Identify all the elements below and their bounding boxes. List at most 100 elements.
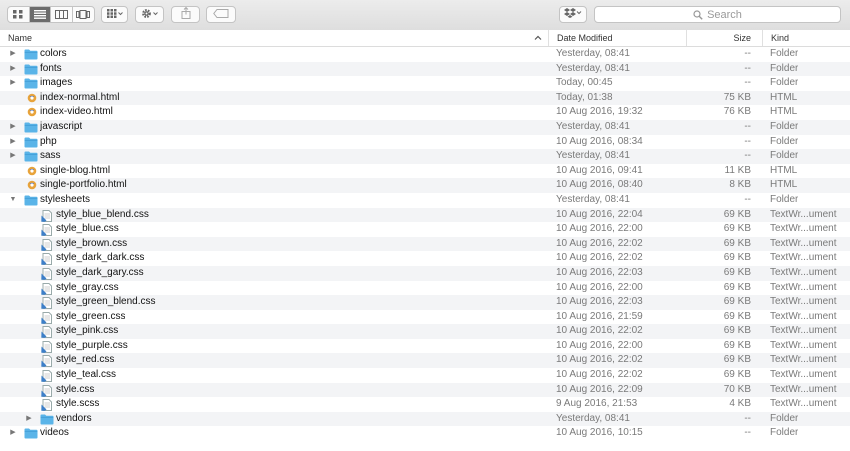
date-modified: 10 Aug 2016, 22:03 — [556, 266, 643, 278]
file-row[interactable]: style_blue.css 10 Aug 2016, 22:00 69 KB Tex… — [0, 222, 850, 237]
file-row[interactable]: style_red.css 10 Aug 2016, 22:02 69 KB Text… — [0, 353, 850, 369]
list-view-icon[interactable] — [29, 7, 51, 22]
file-size: 69 KB — [723, 296, 751, 308]
file-name: php — [40, 135, 57, 147]
column-view-icon[interactable] — [51, 7, 73, 22]
disclosure-closed-icon[interactable]: ▶ — [8, 135, 18, 150]
date-modified: 9 Aug 2016, 21:53 — [556, 398, 638, 410]
file-name: images — [40, 77, 73, 89]
file-size: -- — [744, 62, 751, 74]
file-row[interactable]: style_dark_gary.css 10 Aug 2016, 22:03 69 … — [0, 265, 850, 281]
file-row[interactable]: ▶ php 10 Aug 2016, 08:34 -- Folder — [0, 135, 850, 150]
date-modified: 10 Aug 2016, 19:32 — [556, 106, 643, 118]
search-field[interactable]: Search — [594, 6, 841, 23]
column-header-kind-label: Kind — [771, 33, 790, 43]
file-name: style_purple.css — [56, 339, 128, 351]
disclosure-closed-icon[interactable]: ▶ — [8, 120, 18, 135]
file-kind: TextWr...ument — [770, 223, 837, 235]
file-row[interactable]: style_pink.css 10 Aug 2016, 22:02 69 KB Tex… — [0, 324, 850, 339]
column-header-size[interactable]: Size — [686, 30, 762, 46]
file-row[interactable]: style_purple.css 10 Aug 2016, 22:00 69 KB T… — [0, 339, 850, 354]
file-size: -- — [744, 48, 751, 59]
date-modified: 10 Aug 2016, 22:04 — [556, 208, 643, 220]
date-modified: 10 Aug 2016, 08:40 — [556, 179, 643, 191]
tag-icon — [213, 8, 229, 21]
file-name: single-portfolio.html — [40, 179, 127, 191]
file-name: style_green.css — [56, 310, 126, 322]
file-name: style_teal.css — [56, 369, 117, 381]
gear-icon — [141, 8, 159, 22]
column-header-kind[interactable]: Kind — [762, 30, 850, 46]
file-row[interactable]: ▼ stylesheets Yesterday, 08:41 -- Folder — [0, 193, 850, 208]
file-row[interactable]: style_brown.css 10 Aug 2016, 22:02 69 KB Te… — [0, 236, 850, 252]
file-kind: Folder — [770, 427, 799, 439]
file-kind: TextWr...ument — [770, 339, 837, 351]
date-modified: 10 Aug 2016, 22:02 — [556, 369, 643, 381]
file-row[interactable]: ▶ javascript Yesterday, 08:41 -- Folder — [0, 119, 850, 135]
file-kind: Folder — [770, 135, 799, 147]
file-kind: HTML — [770, 179, 798, 191]
file-row[interactable]: style_gray.css 10 Aug 2016, 22:00 69 KB Tex… — [0, 281, 850, 296]
file-row[interactable]: ▶ vendors Yesterday, 08:41 -- Folder — [0, 411, 850, 427]
file-kind: TextWr...ument — [770, 266, 837, 278]
file-name: style_pink.css — [56, 325, 119, 337]
file-name: style.scss — [56, 398, 100, 410]
file-row[interactable]: index-normal.html Today, 01:38 75 KB HTML — [0, 90, 850, 106]
file-row[interactable]: ▶ videos 10 Aug 2016, 10:15 -- Folder — [0, 426, 850, 441]
file-size: 69 KB — [723, 325, 751, 337]
file-row[interactable]: style_blue_blend.css 10 Aug 2016, 22:04 69… — [0, 207, 850, 223]
file-kind: HTML — [770, 106, 798, 118]
view-mode-selector[interactable] — [7, 6, 95, 23]
dropbox-button[interactable] — [559, 6, 587, 23]
date-modified: 10 Aug 2016, 22:09 — [556, 383, 643, 395]
share-button[interactable] — [171, 6, 200, 23]
file-row[interactable]: style_green.css 10 Aug 2016, 21:59 69 KB Te… — [0, 310, 850, 325]
file-kind: HTML — [770, 164, 798, 176]
file-row[interactable]: ▶ sass Yesterday, 08:41 -- Folder — [0, 149, 850, 164]
file-name: style_dark_dark.css — [56, 252, 145, 264]
column-header-name[interactable]: Name — [0, 30, 548, 46]
file-row[interactable]: style_green_blend.css 10 Aug 2016, 22:03 6… — [0, 295, 850, 310]
icon-view-icon[interactable] — [8, 7, 30, 22]
date-modified: Yesterday, 08:41 — [556, 48, 630, 59]
file-kind: TextWr...ument — [770, 383, 837, 395]
date-modified: 10 Aug 2016, 22:00 — [556, 223, 643, 235]
disclosure-open-icon[interactable]: ▼ — [8, 193, 18, 208]
arrange-button[interactable] — [101, 6, 128, 23]
disclosure-closed-icon[interactable]: ▶ — [8, 149, 18, 164]
file-name: style_brown.css — [56, 237, 128, 249]
disclosure-closed-icon[interactable]: ▶ — [8, 426, 18, 441]
file-kind: Folder — [770, 412, 799, 424]
file-row[interactable]: ▶ images Today, 00:45 -- Folder — [0, 76, 850, 91]
search-icon — [693, 9, 703, 20]
disclosure-closed-icon[interactable]: ▶ — [24, 412, 34, 427]
file-row[interactable]: style_teal.css 10 Aug 2016, 22:02 69 KB Tex… — [0, 368, 850, 383]
file-row[interactable]: ▶ fonts Yesterday, 08:41 -- Folder — [0, 61, 850, 77]
file-name: stylesheets — [40, 193, 91, 205]
file-row[interactable]: style.css 10 Aug 2016, 22:09 70 KB TextWr..… — [0, 382, 850, 398]
file-name: index-video.html — [40, 106, 113, 118]
tags-button[interactable] — [206, 6, 236, 23]
file-row[interactable]: style_dark_dark.css 10 Aug 2016, 22:02 69 … — [0, 251, 850, 266]
file-kind: TextWr...ument — [770, 325, 837, 337]
action-button[interactable] — [135, 6, 164, 23]
file-size: 69 KB — [723, 252, 751, 264]
date-modified: 10 Aug 2016, 10:15 — [556, 427, 643, 439]
file-name: vendors — [56, 412, 92, 424]
file-kind: TextWr...ument — [770, 398, 837, 410]
disclosure-closed-icon[interactable]: ▶ — [8, 62, 18, 77]
date-modified: 10 Aug 2016, 22:02 — [556, 354, 643, 366]
cover-flow-icon[interactable] — [73, 7, 94, 22]
file-row[interactable]: single-portfolio.html 10 Aug 2016, 08:40 8… — [0, 178, 850, 193]
disclosure-closed-icon[interactable]: ▶ — [8, 47, 18, 62]
file-name: index-normal.html — [40, 91, 120, 103]
file-kind: Folder — [770, 193, 799, 205]
file-row[interactable]: style.scss 9 Aug 2016, 21:53 4 KB TextWr...… — [0, 397, 850, 412]
column-header-date[interactable]: Date Modified — [548, 30, 686, 46]
file-row[interactable]: ▶ colors Yesterday, 08:41 -- Folder — [0, 47, 850, 62]
file-row[interactable]: index-video.html 10 Aug 2016, 19:32 76 KB H… — [0, 105, 850, 120]
file-kind: HTML — [770, 91, 798, 103]
file-kind: TextWr...ument — [770, 310, 837, 322]
disclosure-closed-icon[interactable]: ▶ — [8, 76, 18, 91]
file-row[interactable]: single-blog.html 10 Aug 2016, 09:41 11 KB H… — [0, 164, 850, 179]
